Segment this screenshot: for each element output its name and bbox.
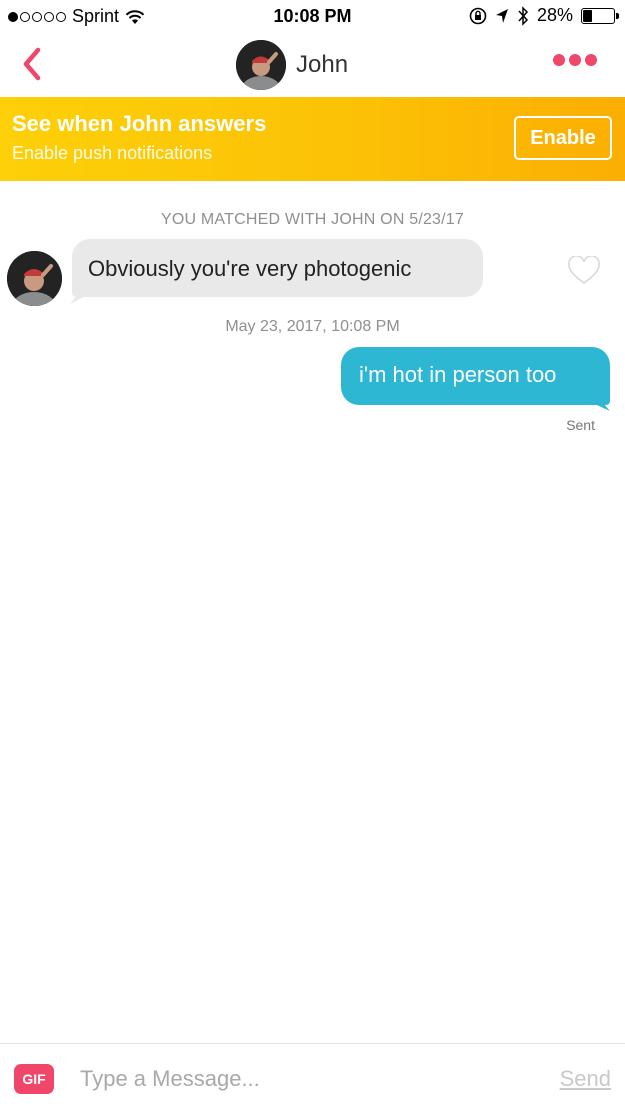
status-bar: Sprint 10:08 PM 28% <box>0 0 625 34</box>
conversation-header: John <box>0 34 625 96</box>
avatar <box>236 40 286 90</box>
bluetooth-icon <box>518 5 528 26</box>
like-message-button[interactable] <box>567 255 601 286</box>
enable-notifications-button[interactable]: Enable <box>514 116 612 160</box>
send-button[interactable]: Send <box>560 1066 611 1092</box>
back-button[interactable] <box>14 42 54 82</box>
message-input[interactable] <box>80 1062 520 1096</box>
location-icon <box>495 8 508 23</box>
message-composer: GIF Send <box>0 1043 625 1111</box>
gif-button[interactable]: GIF <box>14 1064 54 1094</box>
status-bar-right: 28% <box>469 5 619 26</box>
incoming-message-bubble[interactable]: Obviously you're very photogenic <box>72 239 483 297</box>
message-timestamp: May 23, 2017, 10:08 PM <box>225 318 400 335</box>
sender-avatar[interactable] <box>7 251 62 306</box>
banner-subtitle: Enable push notifications <box>12 143 213 163</box>
chevron-left-icon <box>23 47 41 81</box>
more-dots-icon <box>553 54 565 66</box>
battery-percent: 28% <box>536 5 573 25</box>
contact-name: John <box>296 51 349 78</box>
battery-icon <box>581 7 619 24</box>
push-notification-banner: See when John answers Enable push notifi… <box>0 97 625 181</box>
heart-icon <box>568 255 600 284</box>
more-options-button[interactable] <box>553 54 597 66</box>
outgoing-message-bubble[interactable]: i'm hot in person too <box>341 347 610 405</box>
orientation-lock-icon <box>469 7 487 24</box>
chat-screen: Sprint 10:08 PM 28% John See when John a… <box>0 0 625 1111</box>
contact-profile-link[interactable]: John <box>236 40 348 90</box>
delivery-status: Sent <box>566 417 595 433</box>
banner-title: See when John answers <box>12 111 267 136</box>
match-date-label: YOU MATCHED WITH JOHN ON 5/23/17 <box>160 211 465 228</box>
